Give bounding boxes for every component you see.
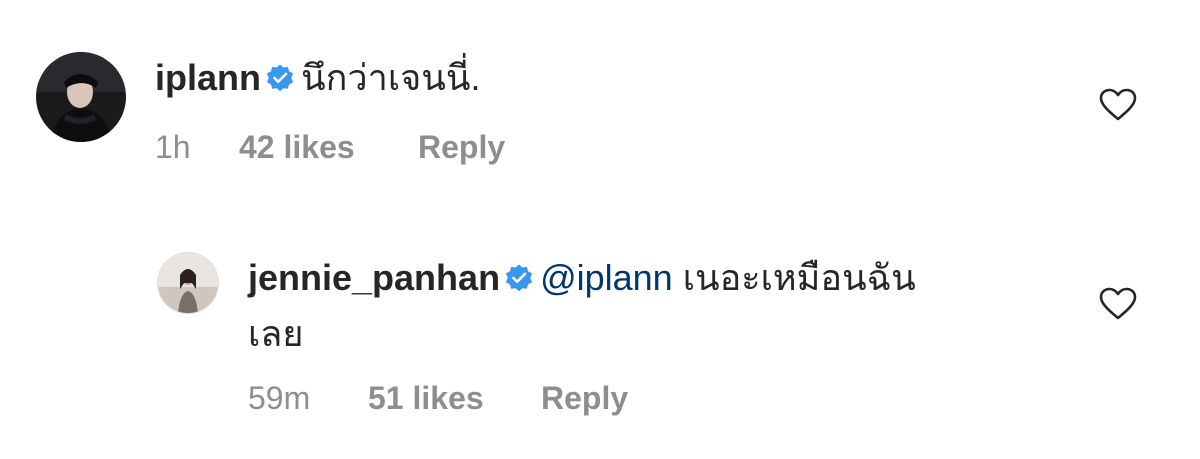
heart-outline-icon[interactable] [1099, 88, 1137, 122]
comment-2-text-row: jennie_panhan @iplann เนอะเหมือนฉัน [248, 256, 916, 303]
comment-2-body-line-1: เนอะเหมือนฉัน [682, 257, 916, 298]
comment-2-text-row-continued: เลย [248, 312, 303, 356]
verified-badge-icon [504, 259, 534, 303]
avatar-jennie-panhan[interactable] [158, 253, 218, 313]
comment-1-body: นึกว่าเจนนี่. [301, 57, 481, 98]
heart-outline-icon[interactable] [1099, 287, 1137, 321]
comment-2-body-line-2: เลย [248, 313, 304, 354]
verified-badge-icon [265, 59, 295, 103]
comment-1-time[interactable]: 1h [155, 127, 191, 167]
comment-1-likes[interactable]: 42 likes [239, 127, 355, 167]
comment-1-username[interactable]: iplann [155, 57, 261, 98]
avatar-iplann[interactable] [36, 52, 126, 142]
comment-1-text-row: iplann นึกว่าเจนนี่. [155, 56, 480, 103]
comment-2-username[interactable]: jennie_panhan [248, 257, 500, 298]
comment-1-reply-button[interactable]: Reply [418, 127, 505, 167]
comment-2-reply-button[interactable]: Reply [541, 378, 628, 418]
comment-2-likes[interactable]: 51 likes [368, 378, 484, 418]
comment-2-time[interactable]: 59m [248, 378, 310, 418]
comment-2-mention-link[interactable]: @iplann [540, 257, 673, 298]
